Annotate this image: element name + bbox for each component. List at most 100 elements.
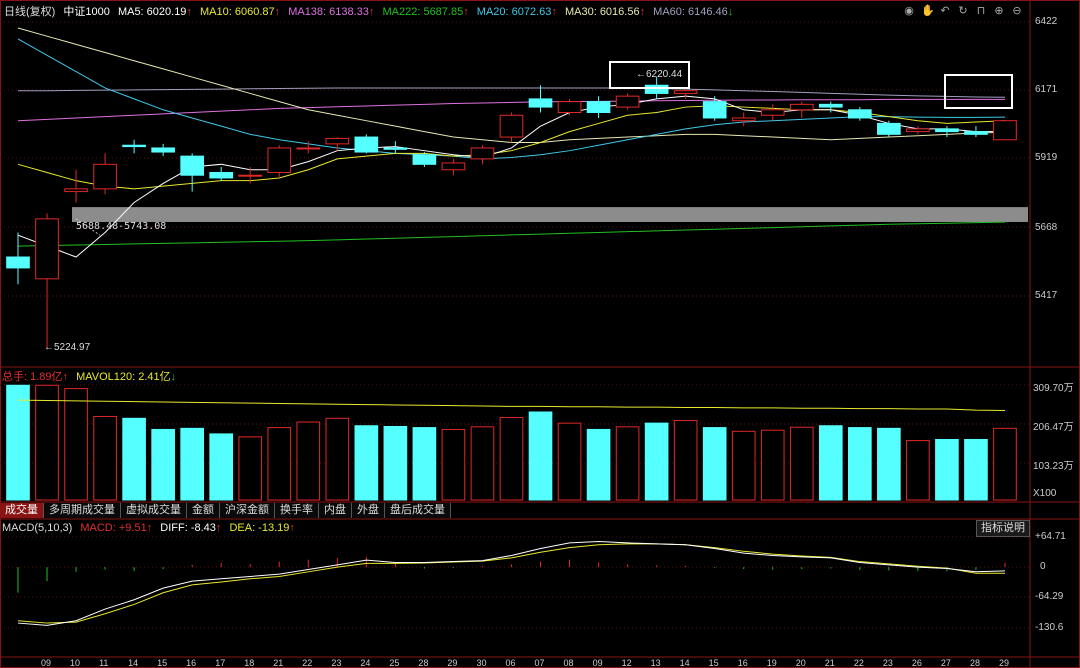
volume-bar <box>789 426 814 501</box>
volume-bar <box>383 425 408 501</box>
candle-body <box>615 95 640 108</box>
ma60-value: MA60: 6146.46↓ <box>653 6 734 18</box>
candle-body <box>731 117 756 122</box>
date-axis-tick: 06 <box>505 658 516 668</box>
date-axis-tick: 26 <box>911 658 922 668</box>
date-axis-tick: 12 <box>621 658 632 668</box>
hand-icon[interactable]: ✋ <box>921 5 935 17</box>
date-axis-tick: 15 <box>708 658 719 668</box>
tab-multi-period-volume[interactable]: 多周期成交量 <box>44 503 121 518</box>
volume-bar <box>325 417 350 501</box>
candle-body <box>180 155 204 176</box>
date-axis-tick: 14 <box>679 658 690 668</box>
total-volume: 总手: 1.89亿↑ <box>2 371 69 383</box>
volume-bar <box>673 420 698 501</box>
volume-bar <box>528 411 553 501</box>
date-axis-tick: 07 <box>534 658 545 668</box>
tab-sh-sz-amount[interactable]: 沪深金额 <box>220 503 275 518</box>
date-axis-tick: 22 <box>302 658 313 668</box>
tab-inner[interactable]: 内盘 <box>319 503 352 518</box>
tab-outer[interactable]: 外盘 <box>352 503 385 518</box>
chart-canvas[interactable] <box>0 0 1080 668</box>
date-axis-tick: 22 <box>853 658 864 668</box>
date-axis-tick: 28 <box>969 658 980 668</box>
high-price-label: ←6220.44 <box>636 69 683 80</box>
date-axis-tick: 29 <box>998 658 1009 668</box>
volume-bar <box>180 427 204 501</box>
tab-turnover[interactable]: 换手率 <box>275 503 319 518</box>
date-axis-tick: 16 <box>737 658 748 668</box>
volume-bar <box>644 422 669 501</box>
tab-amount[interactable]: 金额 <box>187 503 220 518</box>
mavol-value: MAVOL120: 2.41亿↓ <box>76 371 177 383</box>
volume-bar <box>557 422 582 501</box>
ma30-value: MA30: 6016.56↑ <box>564 6 646 18</box>
candle-body <box>35 218 59 280</box>
date-axis-tick: 30 <box>476 658 487 668</box>
volume-bar <box>122 417 146 501</box>
refresh-icon[interactable]: ↻ <box>957 5 969 17</box>
volume-axis-tick: 206.47万 <box>1033 422 1074 433</box>
candle-body <box>93 163 117 190</box>
candle-body <box>993 120 1017 141</box>
candle-body <box>906 128 930 133</box>
date-axis-tick: 20 <box>795 658 806 668</box>
volume-bar <box>615 426 640 501</box>
volume-bar <box>993 427 1017 501</box>
date-axis-tick: 28 <box>418 658 429 668</box>
candle-body <box>557 101 582 114</box>
price-axis-tick: 5417 <box>1035 290 1058 301</box>
candle-body <box>935 128 959 133</box>
candle-body <box>354 136 379 153</box>
lock-icon[interactable]: ⊓ <box>975 5 987 17</box>
candle-body <box>325 137 350 145</box>
volume-legend: 总手: 1.89亿↑ MAVOL120: 2.41亿↓ <box>2 369 181 385</box>
ma20-value: MA20: 6072.63↑ <box>476 6 557 18</box>
eye-icon[interactable]: ◉ <box>903 5 915 17</box>
tab-virtual-volume[interactable]: 虚拟成交量 <box>121 503 187 518</box>
price-axis-tick: 5919 <box>1035 152 1058 163</box>
highlight-box-current <box>944 74 1013 109</box>
gap-range-label: 5688.48-5743.08 <box>76 221 167 232</box>
tab-after-hours-volume[interactable]: 盘后成交量 <box>385 503 451 518</box>
candle-body <box>499 114 524 138</box>
volume-bar <box>731 430 756 501</box>
volume-axis-tick: 103.23万 <box>1033 461 1074 472</box>
volume-bar <box>441 428 466 501</box>
low-price-label: ←5224.97 <box>44 342 91 353</box>
date-axis-tick: 29 <box>447 658 458 668</box>
price-axis-tick: 6422 <box>1035 16 1058 27</box>
volume-bar <box>499 417 524 501</box>
candle-body <box>644 84 669 94</box>
date-axis-tick: 16 <box>186 658 197 668</box>
date-axis-tick: 21 <box>824 658 835 668</box>
zoom-in-icon[interactable]: ⊕ <box>993 5 1005 17</box>
macd-legend: MACD(5,10,3) MACD: +9.51↑ DIFF: -8.43↑ D… <box>2 520 300 536</box>
price-axis-tick: 5668 <box>1035 222 1058 233</box>
volume-bar <box>964 438 988 501</box>
volume-bar <box>6 384 30 501</box>
ma60-line <box>18 87 1005 98</box>
candle-body <box>702 101 727 119</box>
indicator-help-button[interactable]: 指标说明 <box>976 520 1030 537</box>
period-label[interactable]: 日线(复权) <box>4 6 55 18</box>
candle-body <box>296 147 321 150</box>
undo-icon[interactable]: ↶ <box>939 5 951 17</box>
candle-body <box>818 103 843 108</box>
date-axis-tick: 17 <box>215 658 226 668</box>
ma-legend: 日线(复权) 中证1000 MA5: 6020.19↑ MA10: 6060.8… <box>4 4 738 20</box>
volume-bar <box>412 427 437 501</box>
macd-name: MACD(5,10,3) <box>2 522 73 534</box>
candle-body <box>64 188 88 193</box>
candle-body <box>238 174 263 177</box>
date-axis-tick: 21 <box>273 658 284 668</box>
zoom-out-icon[interactable]: ⊖ <box>1011 5 1023 17</box>
volume-bar <box>354 425 379 501</box>
candle-body <box>383 147 408 150</box>
date-axis-tick: 24 <box>360 658 371 668</box>
tab-volume[interactable]: 成交量 <box>0 503 44 518</box>
chart-toolbar: ◉ ✋ ↶ ↻ ⊓ ⊕ ⊖ <box>903 5 1023 17</box>
volume-bar <box>64 388 88 501</box>
candle-body <box>528 98 553 108</box>
volume-bar <box>151 428 175 501</box>
